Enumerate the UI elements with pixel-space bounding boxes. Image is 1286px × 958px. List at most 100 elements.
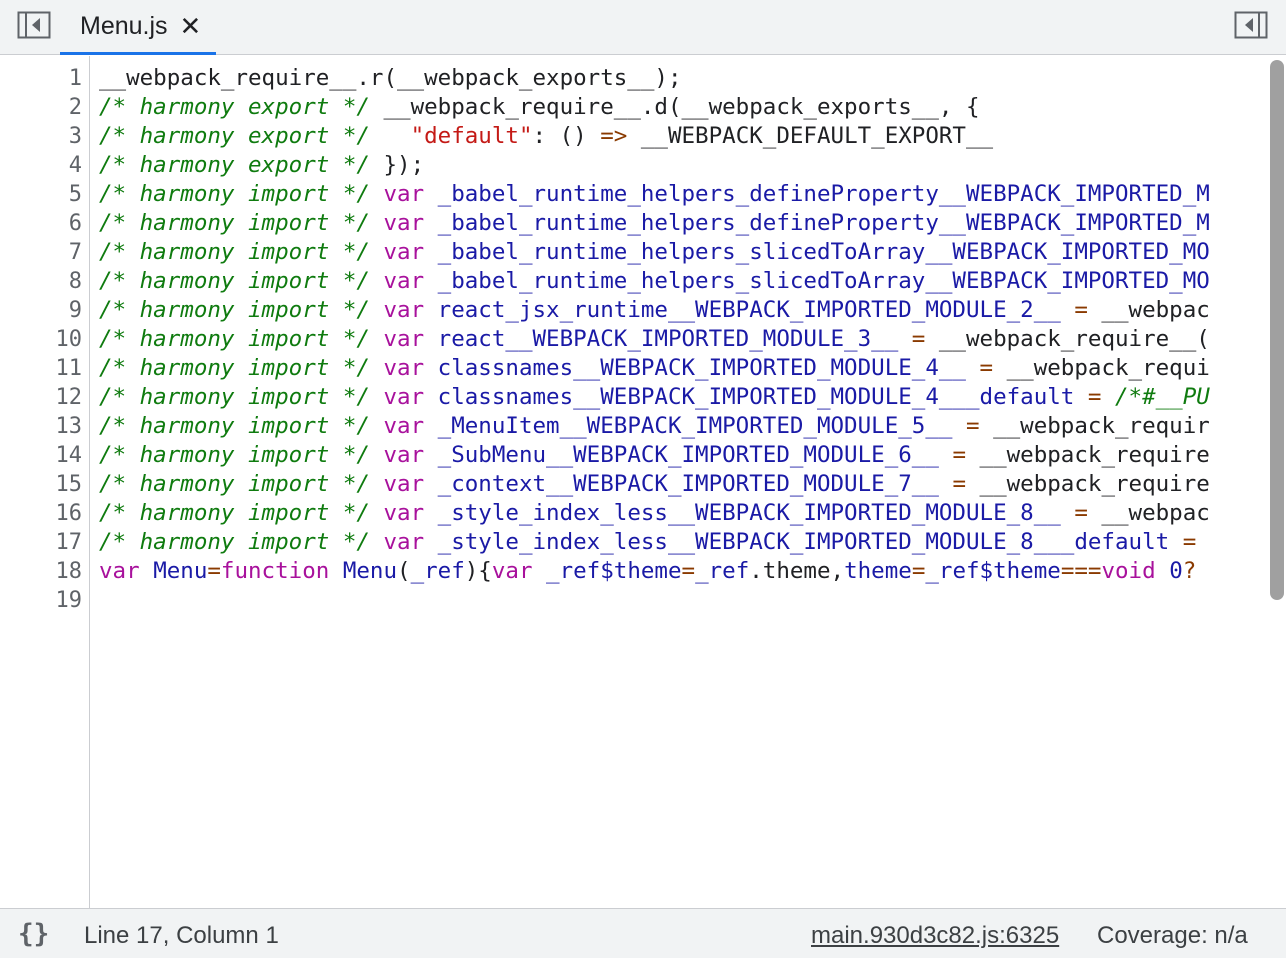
code-token: var	[491, 558, 533, 584]
code-line[interactable]: /* harmony import */ var _babel_runtime_…	[99, 209, 1286, 238]
line-number[interactable]: 12	[0, 383, 83, 412]
line-number[interactable]: 7	[0, 238, 82, 267]
code-token: /* harmony import */	[99, 210, 370, 236]
line-number[interactable]: 14	[0, 441, 83, 470]
line-number[interactable]: 18	[0, 557, 83, 586]
code-line[interactable]: /* harmony import */ var classnames__WEB…	[99, 354, 1286, 383]
code-line[interactable]: /* harmony import */ var _style_index_le…	[99, 499, 1286, 528]
line-number[interactable]: 16	[0, 499, 83, 528]
toggle-debugger-button[interactable]	[1234, 10, 1268, 40]
code-line[interactable]: /* harmony import */ var _context__WEBPA…	[99, 470, 1286, 499]
code-line[interactable]: /* harmony export */ "default": () => __…	[99, 122, 1286, 151]
code-token: =	[979, 355, 994, 381]
code-line[interactable]: /* harmony export */ __webpack_require__…	[99, 93, 1286, 122]
code-token: /* harmony import */	[99, 413, 370, 439]
pretty-print-icon[interactable]: {}	[18, 919, 49, 949]
code-line[interactable]: __webpack_require__.r(__webpack_exports_…	[99, 64, 1286, 93]
line-number[interactable]: 8	[0, 267, 82, 296]
code-token: _babel_runtime_helpers_slicedToArray__WE…	[437, 268, 1210, 294]
code-token: _babel_runtime_helpers_defineProperty__W…	[437, 210, 1210, 236]
code-token: var	[383, 413, 425, 439]
code-token: =	[911, 326, 926, 352]
code-token: __webpack_requi	[993, 355, 1210, 381]
line-number[interactable]: 6	[0, 209, 82, 238]
code-line[interactable]: /* harmony import */ var _babel_runtime_…	[99, 267, 1286, 296]
code-token: var	[383, 326, 425, 352]
line-number[interactable]: 15	[0, 470, 83, 499]
code-token: ){	[464, 558, 492, 584]
code-token: /* harmony import */	[99, 442, 370, 468]
cursor-position: Line 17, Column 1	[84, 922, 279, 949]
code-token: /* harmony import */	[99, 326, 370, 352]
line-number[interactable]: 4	[0, 151, 82, 180]
line-number[interactable]: 5	[0, 180, 82, 209]
code-token: var	[383, 239, 425, 265]
code-line[interactable]: /* harmony import */ var _babel_runtime_…	[99, 238, 1286, 267]
code-token: /* harmony import */	[99, 268, 370, 294]
code-line[interactable]	[99, 586, 1286, 615]
code-token: classnames__WEBPACK_IMPORTED_MODULE_4__	[437, 355, 966, 381]
code-token: /* harmony import */	[99, 471, 370, 497]
line-number[interactable]: 17	[0, 528, 83, 557]
line-number[interactable]: 10	[0, 325, 83, 354]
line-number[interactable]: 13	[0, 412, 83, 441]
line-number[interactable]: 2	[0, 93, 82, 122]
code-token: =>	[600, 123, 628, 149]
code-token: __webpack_requir	[979, 413, 1210, 439]
code-line[interactable]: /* harmony export */ });	[99, 151, 1286, 180]
line-number[interactable]: 11	[0, 354, 83, 383]
code-token: /* harmony import */	[99, 355, 370, 381]
line-number[interactable]: 9	[0, 296, 82, 325]
toggle-navigator-icon	[17, 11, 51, 39]
code-token: /*#__PU	[1114, 384, 1210, 410]
code-line[interactable]: /* harmony import */ var _SubMenu__WEBPA…	[99, 441, 1286, 470]
code-token: /* harmony import */	[99, 384, 370, 410]
line-number[interactable]: 3	[0, 122, 82, 151]
close-icon[interactable]: ✕	[180, 13, 202, 39]
code-editor[interactable]: 1 2 3 4 5 6 7 8 9 10 11 12 13 14 15 16 17 18 19 __webpack_…	[0, 56, 1286, 908]
code-token: var	[383, 471, 425, 497]
toggle-navigator-button[interactable]	[17, 10, 51, 40]
code-token: ?	[1182, 558, 1197, 584]
code-line[interactable]: /* harmony import */ var react__WEBPACK_…	[99, 325, 1286, 354]
line-number[interactable]: 1	[0, 64, 82, 93]
code-line[interactable]: /* harmony import */ var _MenuItem__WEBP…	[99, 412, 1286, 441]
line-number[interactable]: 19	[0, 586, 83, 615]
scrollbar-thumb[interactable]	[1270, 60, 1284, 600]
code-line[interactable]: /* harmony import */ var classnames__WEB…	[99, 383, 1286, 412]
code-line[interactable]: var Menu=function Menu(_ref){var _ref$th…	[99, 557, 1286, 586]
code-token: _SubMenu__WEBPACK_IMPORTED_MODULE_6__	[437, 442, 939, 468]
code-token: _context__WEBPACK_IMPORTED_MODULE_7__	[437, 471, 939, 497]
code-token: var	[383, 268, 425, 294]
code-line[interactable]: /* harmony import */ var react_jsx_runti…	[99, 296, 1286, 325]
code-line[interactable]: /* harmony import */ var _babel_runtime_…	[99, 180, 1286, 209]
code-line[interactable]: /* harmony import */ var _style_index_le…	[99, 528, 1286, 557]
code-token: =	[681, 558, 696, 584]
code-token: /* harmony export */	[99, 152, 370, 178]
code-token: __WEBPACK_DEFAULT_EXPORT__	[627, 123, 994, 149]
source-link[interactable]: main.930d3c82.js:6325	[811, 922, 1059, 950]
code-content[interactable]: __webpack_require__.r(__webpack_exports_…	[99, 64, 1286, 615]
code-token: _babel_runtime_helpers_slicedToArray__WE…	[437, 239, 1210, 265]
tab-menu-js[interactable]: Menu.js ✕	[60, 0, 216, 55]
code-token: /* harmony import */	[99, 239, 370, 265]
